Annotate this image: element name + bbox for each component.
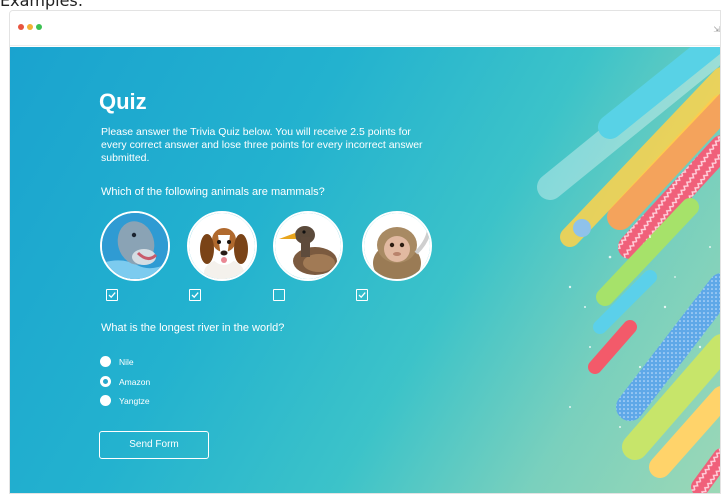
- radio-label-nile: Nile: [119, 357, 134, 367]
- duck-image: [273, 211, 343, 281]
- send-form-button[interactable]: Send Form: [99, 431, 209, 459]
- minimize-window-dot[interactable]: [27, 24, 33, 30]
- beagle-image: [187, 211, 257, 281]
- radio-yangtze[interactable]: [100, 395, 111, 406]
- question-1-text: Which of the following animals are mamma…: [101, 186, 325, 198]
- dolphin-checkbox[interactable]: [106, 289, 118, 301]
- page-title: Quiz: [99, 89, 147, 114]
- maximize-window-dot[interactable]: [36, 24, 42, 30]
- quiz-page: Quiz Please answer the Trivia Quiz below…: [10, 47, 720, 493]
- browser-window: ⇲ Quiz Please answer the Trivia Quiz bel…: [9, 10, 721, 494]
- monkey-image: [362, 211, 432, 281]
- radio-label-yangtze: Yangtze: [119, 396, 150, 406]
- close-window-dot[interactable]: [18, 24, 24, 30]
- resize-icon: ⇲: [713, 25, 720, 34]
- radio-label-amazon: Amazon: [119, 377, 151, 387]
- monkey-checkbox[interactable]: [356, 289, 368, 301]
- question-2-text: What is the longest river in the world?: [101, 322, 285, 334]
- quiz-instructions: Please answer the Trivia Quiz below. You…: [101, 126, 423, 164]
- beagle-checkbox[interactable]: [189, 289, 201, 301]
- radio-amazon[interactable]: [100, 376, 111, 387]
- radio-nile[interactable]: [100, 356, 111, 367]
- window-titlebar: ⇲: [10, 11, 720, 46]
- dolphin-image: [100, 211, 170, 281]
- duck-checkbox[interactable]: [273, 289, 285, 301]
- caption-text: Examples:: [0, 0, 84, 10]
